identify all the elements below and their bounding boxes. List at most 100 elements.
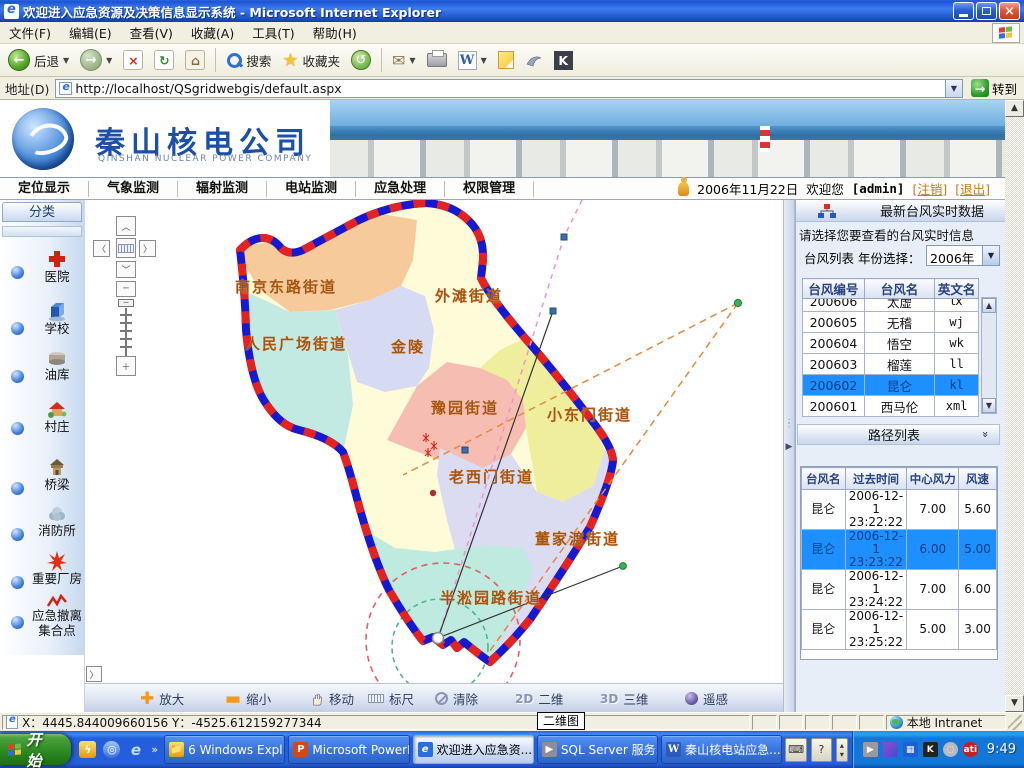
menu-file[interactable]: 文件(F) <box>0 20 60 45</box>
go-button[interactable]: → 转到 <box>967 79 1021 98</box>
menu-edit[interactable]: 编辑(E) <box>60 20 121 45</box>
table-row[interactable]: 昆仑 2006-12-123:24:22 7.00 6.00 <box>802 570 997 610</box>
home-button[interactable]: ⌂ <box>181 48 209 72</box>
sidebar-item-fire-station[interactable]: 消防所 <box>31 502 83 538</box>
search-button[interactable]: 搜索 <box>222 49 275 72</box>
table-row-selected[interactable]: 昆仑 2006-12-123:23:22 6.00 5.00 <box>802 530 997 570</box>
nav-tab-station[interactable]: 电站监测 <box>267 181 356 197</box>
table-row[interactable]: 200603 榴莲 ll <box>803 354 979 375</box>
zoom-out-button[interactable]: ─ <box>116 281 136 297</box>
tray-network-icon[interactable] <box>883 742 898 757</box>
extent-button[interactable] <box>116 238 136 258</box>
exit-link[interactable]: [退出] <box>955 179 990 198</box>
scroll-down-icon[interactable]: ▼ <box>982 398 996 413</box>
layer-orb-icon[interactable] <box>11 322 24 335</box>
sidebar-item-school[interactable]: 学校 <box>31 300 83 336</box>
tray-sql-icon[interactable]: ▶ <box>863 742 878 757</box>
taskbar-window-explorer-group[interactable]: 📁 6 Windows Expl... ▼ <box>164 735 285 764</box>
page-scrollbar[interactable]: ▲ ▼ <box>1005 100 1024 712</box>
favorites-button[interactable]: ★ 收藏夹 <box>278 48 344 73</box>
address-input[interactable] <box>75 81 945 96</box>
map-2d-button[interactable]: 2D二维 <box>515 689 563 708</box>
edit-word-button[interactable]: W▼ <box>454 49 491 72</box>
layer-orb-icon[interactable] <box>11 576 24 589</box>
mail-button[interactable]: ✉▼ <box>388 49 420 72</box>
sidebar-item-evac-point[interactable]: 应急撤离集合点 <box>28 594 86 638</box>
address-field[interactable]: ▼ <box>55 79 963 98</box>
sidebar-item-key-plant[interactable]: 重要厂房 <box>31 550 83 586</box>
k-tool-button[interactable]: K <box>550 49 577 72</box>
map-3d-button[interactable]: 3D三维 <box>600 689 648 708</box>
layer-orb-icon[interactable] <box>11 266 24 279</box>
taskbar-word-doc[interactable]: W 秦山核电站应急... <box>661 735 782 764</box>
layer-orb-icon[interactable] <box>11 422 24 435</box>
sidebar-item-hospital[interactable]: 医院 <box>31 248 83 284</box>
menu-help[interactable]: 帮助(H) <box>304 20 366 45</box>
layer-orb-icon[interactable] <box>11 616 24 629</box>
taskbar-powerpoint[interactable]: P Microsoft PowerP... <box>288 735 409 764</box>
quicklaunch-ie-icon[interactable]: e <box>127 741 144 758</box>
print-button[interactable] <box>423 51 451 69</box>
refresh-button[interactable]: ↻ <box>150 48 178 72</box>
nav-tab-radiation[interactable]: 辐射监测 <box>178 181 267 197</box>
tray-antivirus-icon[interactable]: K <box>923 742 938 757</box>
forward-dropdown-icon[interactable]: ▼ <box>106 56 112 65</box>
scroll-up-icon[interactable]: ▲ <box>982 298 996 313</box>
table-row[interactable]: 200604 悟空 wk <box>803 333 979 354</box>
table-row-selected[interactable]: 200602 昆仑 kl <box>803 375 979 396</box>
menu-favorites[interactable]: 收藏(A) <box>182 20 243 45</box>
menu-tools[interactable]: 工具(T) <box>243 20 303 45</box>
restore-button[interactable] <box>976 2 997 20</box>
table-row[interactable]: 昆仑 2006-12-123:25:22 5.00 3.00 <box>802 610 997 650</box>
year-dropdown-icon[interactable]: ▼ <box>982 246 999 265</box>
stop-button[interactable]: × <box>119 48 147 72</box>
sidebar-header[interactable]: 分类 <box>2 202 82 222</box>
pan-right-button[interactable]: 〉 <box>139 240 156 257</box>
nav-tab-permission[interactable]: 权限管理 <box>445 181 534 197</box>
table-row[interactable]: 200606 太虚 tx <box>803 299 979 312</box>
nav-tab-weather[interactable]: 气象监测 <box>89 181 178 197</box>
layer-orb-icon[interactable] <box>11 482 24 495</box>
logout-link[interactable]: [注销] <box>912 179 947 198</box>
pan-down-button[interactable]: ﹀ <box>116 261 136 278</box>
sidebar-item-village[interactable]: 村庄 <box>31 398 83 434</box>
map-pan-button[interactable]: 移动 <box>310 689 354 708</box>
scroll-down-icon[interactable]: ▼ <box>1005 695 1024 712</box>
tray-ati-icon[interactable]: ati <box>963 742 978 757</box>
expand-right-button[interactable]: 〉 <box>86 666 102 682</box>
map-clear-button[interactable]: 清除 <box>435 689 478 708</box>
layer-orb-icon[interactable] <box>11 528 24 541</box>
tray-chevron-icon[interactable]: ▴▾ <box>836 738 848 762</box>
map-panel[interactable]: 南京东路街道 外滩街道 人民广场街道 金陵 豫园街道 小东门街道 老西门街道 董… <box>85 200 783 712</box>
messenger-button[interactable] <box>494 49 518 71</box>
back-dropdown-icon[interactable]: ▼ <box>63 56 69 65</box>
table-row[interactable]: 昆仑 2006-12-123:22:22 7.00 5.60 <box>802 490 997 530</box>
address-dropdown-icon[interactable]: ▼ <box>945 80 962 97</box>
start-button[interactable]: 开始 <box>0 734 71 765</box>
chevron-down-icon[interactable]: » <box>979 431 992 438</box>
map-remote-sensing-button[interactable]: 遥感 <box>685 689 728 708</box>
quicklaunch-media-icon[interactable]: ϟ <box>79 741 96 758</box>
zoom-in-button[interactable]: ＋ <box>116 356 136 376</box>
tray-grid-icon[interactable]: ▦ <box>903 742 918 757</box>
table-row[interactable]: 200601 西马伦 xml <box>803 396 979 417</box>
nav-tab-emergency[interactable]: 应急处理 <box>356 181 445 197</box>
pan-left-button[interactable]: 〈 <box>93 240 110 257</box>
help-button[interactable]: ? <box>811 738 832 762</box>
typhoon-list-scrollbar[interactable]: ▲ ▼ <box>981 297 997 414</box>
minimize-button[interactable] <box>953 2 974 20</box>
snagit-button[interactable] <box>521 51 547 69</box>
typhoon-list-label[interactable]: 台风列表 <box>804 248 854 267</box>
map-ruler-button[interactable]: 标尺 <box>368 689 414 708</box>
quicklaunch-overflow-icon[interactable]: » <box>151 743 158 756</box>
tray-volume-icon[interactable]: ◌ <box>943 742 958 757</box>
input-method-button[interactable]: ⌨ <box>785 738 806 762</box>
close-button[interactable]: × <box>999 2 1020 20</box>
layer-orb-icon[interactable] <box>11 370 24 383</box>
taskbar-active-browser[interactable]: e 欢迎进入应急资... <box>413 735 534 764</box>
district-map[interactable] <box>85 200 783 712</box>
table-row[interactable]: 200605 无稽 wj <box>803 312 979 333</box>
nav-tab-position[interactable]: 定位显示 <box>0 181 89 197</box>
sidebar-item-oil-depot[interactable]: 油库 <box>31 346 83 382</box>
map-zoom-in-button[interactable]: ✚放大 <box>140 689 184 708</box>
